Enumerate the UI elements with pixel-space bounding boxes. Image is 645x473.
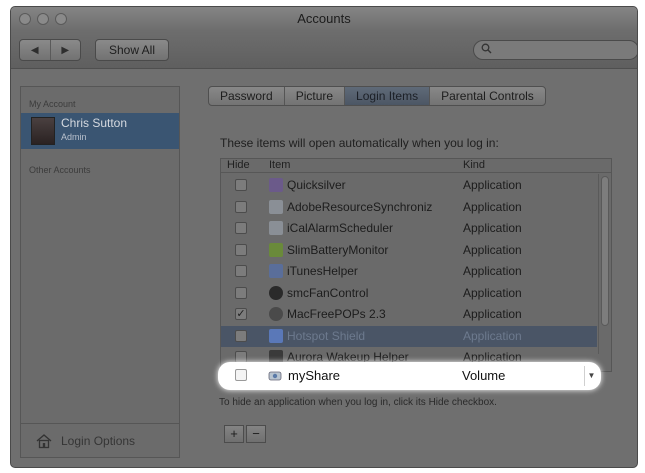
table-row[interactable]: AdobeResourceSynchroniz Application: [221, 197, 597, 218]
hide-checkbox[interactable]: [235, 179, 247, 191]
item-name: AdobeResourceSynchroniz: [287, 199, 433, 214]
login-items-intro: These items will open automatically when…: [220, 136, 499, 150]
accounts-sidebar: My Account Chris Sutton Admin Other Acco…: [20, 86, 180, 458]
hide-checkbox[interactable]: ✓: [235, 308, 247, 320]
tab-parental-controls[interactable]: Parental Controls: [429, 87, 545, 105]
back-button[interactable]: ◀: [20, 40, 50, 60]
item-kind: Application: [463, 328, 522, 343]
hide-hint: To hide an application when you log in, …: [219, 397, 497, 408]
table-header: Hide Item Kind: [221, 159, 611, 173]
table-row[interactable]: iCalAlarmScheduler Application: [221, 218, 597, 239]
column-item[interactable]: Item: [269, 159, 290, 171]
hide-checkbox[interactable]: [235, 369, 247, 381]
hide-checkbox[interactable]: [235, 243, 247, 256]
house-icon: [35, 432, 53, 450]
ical-icon: [269, 221, 283, 235]
table-row[interactable]: SlimBatteryMonitor Application: [221, 240, 597, 261]
tab-login-items[interactable]: Login Items: [344, 87, 430, 105]
table-row[interactable]: Hotspot Shield Application: [221, 325, 597, 347]
adobe-sync-icon: [269, 199, 283, 214]
battery-icon: [269, 242, 283, 257]
vertical-scrollbar[interactable]: [598, 174, 610, 354]
quicksilver-icon: [269, 178, 283, 192]
item-name: Quicksilver: [287, 178, 346, 192]
item-kind: Application: [463, 199, 522, 214]
item-kind: Application: [463, 307, 522, 321]
fan-icon: [269, 285, 283, 300]
account-chris-sutton[interactable]: Chris Sutton Admin: [21, 113, 179, 149]
item-name: smcFanControl: [287, 285, 369, 300]
item-name: Hotspot Shield: [287, 328, 366, 343]
itunes-icon: [269, 264, 283, 278]
search-icon: [481, 43, 492, 57]
hide-checkbox[interactable]: [235, 200, 247, 213]
other-accounts-label: Other Accounts: [29, 165, 91, 175]
table-row[interactable]: iTunesHelper Application: [221, 261, 597, 282]
login-options-label: Login Options: [61, 433, 136, 448]
item-name: iCalAlarmScheduler: [287, 221, 394, 235]
account-name: Chris Sutton: [61, 116, 128, 130]
my-account-label: My Account: [29, 99, 76, 109]
item-name: SlimBatteryMonitor: [287, 242, 389, 257]
item-name: MacFreePOPs 2.3: [287, 307, 386, 321]
item-kind: Application: [463, 264, 522, 278]
highlighted-row-myshare[interactable]: myShare Volume ▼: [218, 362, 601, 390]
nav-back-forward: ◀ ▶: [19, 39, 81, 61]
hide-checkbox[interactable]: [235, 265, 247, 277]
macfreepops-icon: [269, 307, 283, 321]
avatar: [31, 117, 55, 145]
tab-bar: Password Picture Login Items Parental Co…: [208, 86, 546, 106]
item-kind: Application: [463, 178, 522, 192]
login-options-button[interactable]: Login Options: [21, 423, 179, 457]
scroll-down-arrow-icon[interactable]: ▼: [584, 366, 598, 386]
table-row[interactable]: smcFanControl Application: [221, 283, 597, 304]
tab-password[interactable]: Password: [209, 87, 284, 105]
tab-picture[interactable]: Picture: [283, 87, 344, 105]
account-role: Admin: [61, 132, 87, 142]
add-item-button[interactable]: +: [224, 425, 244, 443]
item-kind: Volume: [462, 368, 506, 383]
login-items-table: Hide Item Kind Quicksilver Application Ado…: [220, 158, 612, 372]
hide-checkbox[interactable]: [235, 222, 247, 234]
item-kind: Application: [463, 285, 522, 300]
item-name: iTunesHelper: [287, 264, 358, 278]
hide-checkbox[interactable]: [235, 329, 247, 342]
window-title: Accounts: [297, 11, 351, 26]
remove-item-button[interactable]: −: [246, 425, 266, 443]
column-hide[interactable]: Hide: [227, 159, 250, 171]
volume-icon: [268, 369, 282, 383]
forward-button[interactable]: ▶: [49, 40, 81, 60]
item-kind: Application: [463, 242, 522, 257]
hide-checkbox[interactable]: [235, 286, 247, 299]
table-row[interactable]: ✓ MacFreePOPs 2.3 Application: [221, 304, 597, 325]
search-input[interactable]: [473, 40, 637, 60]
show-all-button[interactable]: Show All: [95, 39, 169, 61]
scrollbar-thumb[interactable]: [601, 176, 609, 326]
toolbar: ◀ ▶ Show All: [11, 31, 637, 69]
table-row[interactable]: Quicksilver Application: [221, 175, 597, 196]
title-bar: Accounts: [11, 7, 637, 31]
column-kind[interactable]: Kind: [463, 159, 485, 171]
shield-icon: [269, 328, 283, 343]
item-kind: Application: [463, 221, 522, 235]
item-name: myShare: [288, 368, 341, 383]
